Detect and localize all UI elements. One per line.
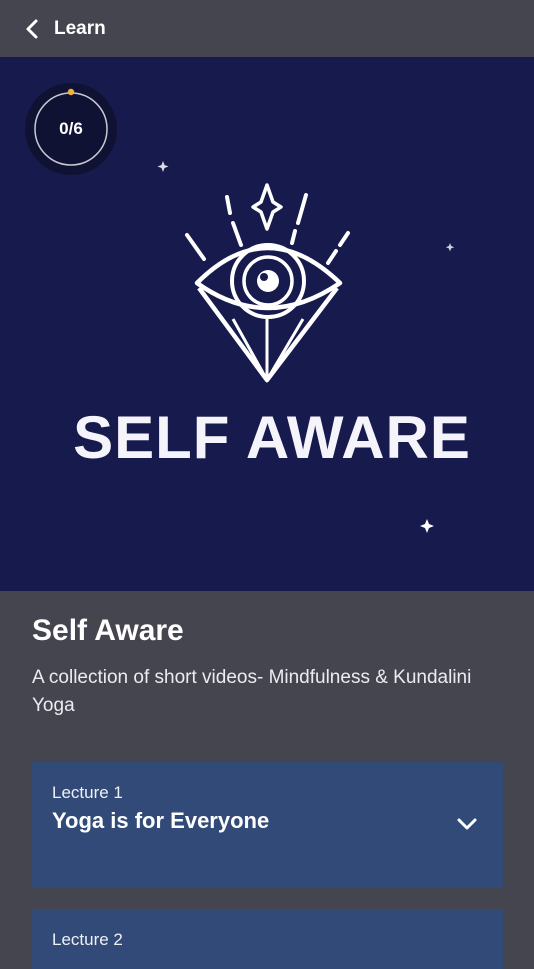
progress-count: 0/6 (59, 119, 83, 138)
lecture-title: Yoga is for Everyone (52, 808, 270, 833)
sparkle-icon (157, 161, 455, 533)
page-title: Learn (54, 17, 106, 39)
course-description: A collection of short videos- Mindfulnes… (32, 667, 472, 716)
course-banner: 0/6 SELF AWARE (0, 57, 534, 591)
lecture-card[interactable]: Lecture 1 Yoga is for Everyone (32, 762, 503, 888)
lecture-number: Lecture 1 (52, 783, 123, 802)
chevron-down-icon[interactable] (455, 814, 479, 834)
back-button[interactable] (6, 0, 58, 57)
lecture-card[interactable]: Lecture 2 (32, 909, 503, 969)
lecture-number: Lecture 2 (52, 930, 123, 949)
course-title: Self Aware (32, 614, 184, 647)
top-bar: Learn (0, 0, 534, 57)
banner-title: SELF AWARE (73, 404, 471, 471)
chevron-left-icon (26, 19, 38, 38)
progress-ring: 0/6 (25, 83, 117, 175)
